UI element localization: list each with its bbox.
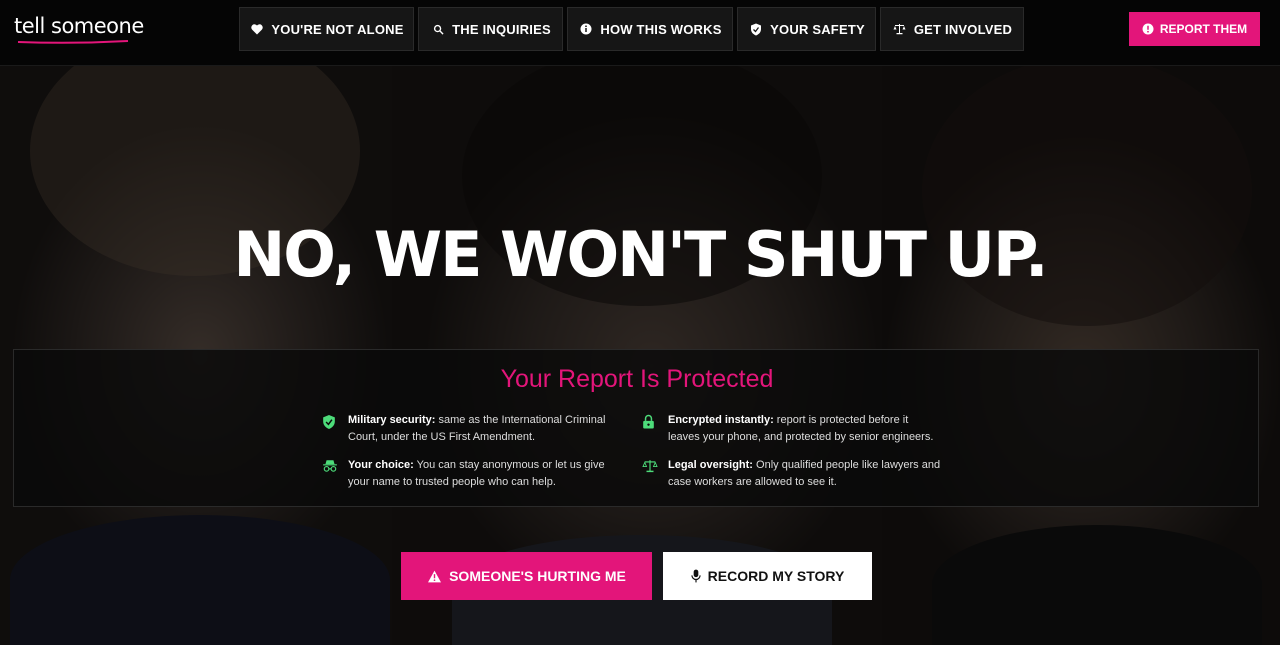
nav-label: GET INVOLVED — [913, 21, 1013, 37]
someones-hurting-me-button[interactable]: SOMEONE'S HURTING ME — [401, 552, 652, 600]
nav-label: THE INQUIRIES — [452, 21, 551, 37]
nav-label: HOW THIS WORKS — [600, 21, 722, 37]
incognito-icon — [322, 459, 338, 475]
warning-icon — [427, 570, 442, 583]
search-icon — [430, 21, 446, 37]
feature-heading: Military security: — [348, 414, 436, 426]
protection-panel: Your Report Is Protected Military securi… — [13, 349, 1259, 507]
feature-your-choice: Your choice: You can stay anonymous or l… — [322, 457, 622, 491]
cta-record-label: RECORD MY STORY — [707, 568, 845, 584]
microphone-icon — [691, 569, 701, 583]
heart-icon — [249, 21, 265, 37]
shield-check-icon — [748, 21, 764, 37]
site-logo[interactable]: tell someone — [14, 14, 144, 38]
scales-icon — [892, 21, 908, 37]
feature-military-security: Military security: same as the Internati… — [322, 412, 622, 446]
nav-label: YOUR SAFETY — [770, 21, 865, 37]
scales-icon — [642, 459, 658, 475]
hero-headline: NO, WE WON'T SHUT UP. — [233, 218, 1048, 291]
feature-encrypted: Encrypted instantly: report is protected… — [642, 412, 942, 446]
nav-your-safety[interactable]: YOUR SAFETY — [737, 7, 876, 51]
lock-icon — [642, 414, 658, 430]
nav-how-this-works[interactable]: HOW THIS WORKS — [567, 7, 733, 51]
record-my-story-button[interactable]: RECORD MY STORY — [663, 552, 872, 600]
main-nav: YOU'RE NOT ALONE THE INQUIRIES HOW THIS … — [239, 7, 1024, 51]
cta-hurt-label: SOMEONE'S HURTING ME — [449, 568, 626, 584]
hero-section: NO, WE WON'T SHUT UP. Your Report Is Pro… — [0, 66, 1280, 645]
panel-title: Your Report Is Protected — [500, 365, 774, 393]
feature-legal-oversight: Legal oversight: Only qualified people l… — [642, 457, 942, 491]
shield-check-icon — [322, 414, 338, 430]
info-icon — [578, 21, 594, 37]
feature-heading: Encrypted instantly: — [668, 414, 774, 426]
report-them-button[interactable]: REPORT THEM — [1129, 12, 1260, 46]
alert-circle-icon — [1142, 23, 1154, 35]
feature-heading: Legal oversight: — [668, 459, 753, 471]
nav-label: YOU'RE NOT ALONE — [271, 21, 404, 37]
site-header: tell someone YOU'RE NOT ALONE THE INQUIR… — [0, 0, 1280, 66]
feature-heading: Your choice: — [348, 459, 414, 471]
nav-the-inquiries[interactable]: THE INQUIRIES — [418, 7, 563, 51]
nav-get-involved[interactable]: GET INVOLVED — [880, 7, 1024, 51]
nav-youre-not-alone[interactable]: YOU'RE NOT ALONE — [239, 7, 414, 51]
report-them-label: REPORT THEM — [1159, 22, 1248, 36]
logo-underline — [17, 40, 129, 44]
